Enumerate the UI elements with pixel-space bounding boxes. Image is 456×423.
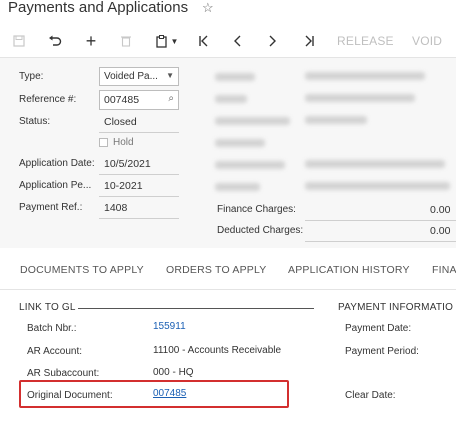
toolbar: + ▼ RELEASE VOID [0,26,456,58]
redacted-value [305,72,425,80]
highlight-box [19,380,289,408]
finance-charges-underline [305,220,456,221]
status-underline [99,132,179,133]
payment-ref-value[interactable]: 1408 [104,202,127,214]
redacted-value [305,94,415,102]
application-period-label: Application Pe... [19,180,92,191]
redacted-label [215,139,265,147]
ar-subaccount-value: 000 - HQ [153,367,194,378]
finance-charges-label: Finance Charges: [217,204,296,215]
tab-bar: DOCUMENTS TO APPLY ORDERS TO APPLY APPLI… [0,248,456,290]
application-date-underline [99,174,179,175]
batch-nbr-link[interactable]: 155911 [153,321,186,332]
payment-date-label: Payment Date: [345,323,412,334]
deducted-charges-underline [305,241,456,242]
title-bar: Payments and Applications ☆ [0,0,456,26]
plus-icon[interactable]: + [81,31,101,51]
status-label: Status: [19,116,51,127]
payment-period-label: Payment Period: [345,346,419,357]
clear-date-label: Clear Date: [345,390,396,401]
redacted-label [215,117,290,125]
redacted-value [305,160,445,168]
reference-input[interactable]: 007485 ⌕ [99,90,179,110]
payment-ref-label: Payment Ref.: [19,202,83,213]
type-select[interactable]: Voided Pa... ▼ [99,67,179,86]
last-record-icon[interactable] [299,31,319,51]
type-label: Type: [19,71,44,82]
tab-financial[interactable]: FINA [432,264,456,276]
reference-label: Reference #: [19,94,77,105]
clipboard-icon[interactable]: ▼ [152,31,182,51]
status-value: Closed [104,116,137,128]
save-icon[interactable] [10,31,28,51]
trash-icon[interactable] [117,31,135,51]
ar-account-label: AR Account: [27,346,83,357]
payment-ref-underline [99,218,179,219]
deducted-charges-label: Deducted Charges: [217,225,304,236]
application-date-value[interactable]: 10/5/2021 [104,158,151,170]
star-icon[interactable]: ☆ [202,0,214,16]
redacted-label [215,183,260,191]
previous-icon[interactable] [228,31,248,51]
batch-nbr-label: Batch Nbr.: [27,323,77,334]
search-icon[interactable]: ⌕ [168,93,174,104]
summary-form: Type: Voided Pa... ▼ Reference #: 007485… [0,58,456,248]
section-divider [78,308,314,309]
application-period-underline [99,196,179,197]
application-date-label: Application Date: [19,158,95,169]
reference-value: 007485 [104,94,140,106]
tab-orders-to-apply[interactable]: ORDERS TO APPLY [166,264,266,276]
next-icon[interactable] [262,31,282,51]
undo-icon[interactable] [45,31,65,51]
redacted-label [215,95,247,103]
void-button[interactable]: VOID [412,31,442,51]
application-period-value[interactable]: 10-2021 [104,180,143,192]
chevron-down-icon: ▼ [166,71,174,80]
release-button[interactable]: RELEASE [337,31,394,51]
redacted-label [215,73,255,81]
deducted-charges-value: 0.00 [430,225,451,237]
link-to-gl-title: LINK TO GL [19,302,76,313]
payment-information-title: PAYMENT INFORMATIO [338,302,454,313]
hold-checkbox[interactable] [99,138,108,147]
type-value: Voided Pa... [104,71,158,82]
redacted-value [305,182,450,190]
page-title: Payments and Applications [8,0,189,16]
first-record-icon[interactable] [194,31,214,51]
chevron-down-icon: ▼ [170,36,179,46]
ar-subaccount-label: AR Subaccount: [27,368,100,379]
tab-documents-to-apply[interactable]: DOCUMENTS TO APPLY [20,264,144,276]
hold-label: Hold [113,137,134,148]
tab-application-history[interactable]: APPLICATION HISTORY [288,264,410,276]
finance-charges-value: 0.00 [430,204,451,216]
redacted-value [305,116,367,124]
ar-account-value: 11100 - Accounts Receivable [153,345,282,356]
redacted-label [215,161,285,169]
